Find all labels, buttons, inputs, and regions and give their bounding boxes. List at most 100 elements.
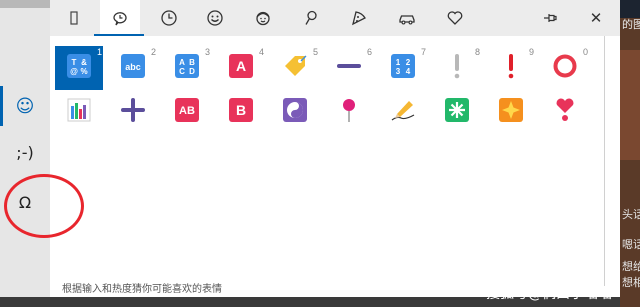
chart-emoji[interactable] xyxy=(55,90,103,134)
svg-text:abc: abc xyxy=(125,62,141,72)
label-tag-emoji[interactable]: 5 xyxy=(271,46,319,90)
red-circle-emoji-glyph xyxy=(551,52,579,80)
svg-text:@: @ xyxy=(70,67,78,76)
abcd-emoji-glyph: ABCD xyxy=(173,52,201,80)
1234-emoji[interactable]: 12347 xyxy=(379,46,427,90)
pin-icon xyxy=(544,14,557,22)
svg-text:B: B xyxy=(236,102,246,118)
abcd-emoji[interactable]: ABCD3 xyxy=(163,46,211,90)
svg-text:2: 2 xyxy=(406,58,411,67)
close-button[interactable]: ✕ xyxy=(576,0,616,36)
white-exclamation-emoji[interactable]: 8 xyxy=(433,46,481,90)
heart-exclamation-emoji[interactable] xyxy=(541,90,589,134)
svg-text:4: 4 xyxy=(406,67,411,76)
shortcut-number: 7 xyxy=(420,47,426,57)
tab-history[interactable] xyxy=(149,0,189,36)
a-button-emoji-glyph: A xyxy=(227,52,255,80)
shortcut-number: 8 xyxy=(474,47,480,57)
plus-emoji-glyph xyxy=(119,96,147,124)
shortcut-number: 1 xyxy=(96,47,102,57)
yin-yang-emoji-glyph xyxy=(281,96,309,124)
shortcut-number: 9 xyxy=(528,47,534,57)
background-text: 想给 xyxy=(622,260,640,273)
shortcut-number: 3 xyxy=(204,47,210,57)
input-symbols-emoji-glyph: T & @% xyxy=(65,52,93,80)
eight-spoked-asterisk-emoji-glyph xyxy=(443,96,471,124)
location-pin-icon xyxy=(305,10,317,25)
tab-keyboard[interactable] xyxy=(54,0,94,36)
round-pushpin-emoji[interactable] xyxy=(325,90,373,134)
watermark-text: 搜狐号@偶西小喵喵 xyxy=(486,286,612,302)
round-pushpin-emoji-glyph xyxy=(335,96,363,124)
eight-pointed-star-emoji[interactable] xyxy=(487,90,535,134)
b-button-emoji-glyph: B xyxy=(227,96,255,124)
shortcut-number: 6 xyxy=(366,47,372,57)
smiley-icon xyxy=(207,10,223,26)
shortcut-number: 5 xyxy=(312,47,318,57)
sidebar-item-kaomoji[interactable]: ;-) xyxy=(0,132,50,172)
svg-text:D: D xyxy=(189,67,195,76)
abc-emoji[interactable]: abc 2 xyxy=(109,46,157,90)
pin-window-button[interactable] xyxy=(530,0,570,36)
chart-emoji-glyph xyxy=(65,96,93,124)
pencil-writing-emoji-glyph xyxy=(389,96,417,124)
red-exclamation-emoji[interactable]: 9 xyxy=(487,46,535,90)
tab-recent[interactable] xyxy=(100,0,140,36)
svg-text:1: 1 xyxy=(396,58,401,67)
scrollbar-track[interactable] xyxy=(604,36,605,286)
background-text: 头话 xyxy=(622,208,640,221)
pencil-writing-emoji[interactable] xyxy=(379,90,427,134)
svg-text:C: C xyxy=(179,67,185,76)
emoji-panel: ☺ ;-) Ω ✕ T & @ % 1 abc 2 A B C D 3 A 4 … xyxy=(0,0,620,297)
shortcut-number: 2 xyxy=(150,47,156,57)
keyboard-icon xyxy=(70,11,78,25)
sidebar-item-emoji[interactable]: ☺ xyxy=(0,86,50,126)
ab-button-emoji[interactable]: AB xyxy=(163,90,211,134)
background-wallpaper: 的图 头话 嗯话 想给 想相 xyxy=(620,0,640,307)
eight-spoked-asterisk-emoji[interactable] xyxy=(433,90,481,134)
pizza-icon xyxy=(352,11,366,26)
category-sidebar: ☺ ;-) Ω xyxy=(0,0,50,297)
sidebar-top-strip xyxy=(0,0,50,8)
svg-text:A: A xyxy=(236,58,246,74)
svg-text:AB: AB xyxy=(179,105,195,117)
tab-people[interactable] xyxy=(243,0,283,36)
tab-smileys[interactable] xyxy=(195,0,235,36)
svg-text:T: T xyxy=(72,58,77,67)
suggestion-hint: 根据输入和热度猜你可能喜欢的表情 xyxy=(62,284,222,295)
background-text: 想相 xyxy=(622,276,640,289)
active-tab-underline xyxy=(94,34,144,36)
minus-emoji-glyph xyxy=(335,52,363,80)
annotation-red-circle xyxy=(4,174,84,238)
emoji-category-tabs: ✕ xyxy=(50,0,620,36)
shortcut-number: 0 xyxy=(582,47,588,57)
heart-exclamation-emoji-glyph xyxy=(551,96,579,124)
background-image xyxy=(620,50,640,160)
svg-text:B: B xyxy=(189,58,195,67)
b-button-emoji[interactable]: B xyxy=(217,90,265,134)
tab-transport[interactable] xyxy=(387,0,427,36)
red-circle-emoji[interactable]: 0 xyxy=(541,46,589,90)
input-symbols-emoji[interactable]: T & @% 1 xyxy=(55,46,103,90)
recent-icon xyxy=(113,12,127,26)
label-tag-emoji-glyph xyxy=(281,52,309,80)
ab-button-emoji-glyph: AB xyxy=(173,96,201,124)
svg-text:&: & xyxy=(81,58,87,67)
a-button-emoji[interactable]: A4 xyxy=(217,46,265,90)
yin-yang-emoji[interactable] xyxy=(271,90,319,134)
minus-emoji[interactable]: 6 xyxy=(325,46,373,90)
shortcut-number: 4 xyxy=(258,47,264,57)
white-exclamation-emoji-glyph xyxy=(443,52,471,80)
tab-love[interactable] xyxy=(435,0,475,36)
plus-emoji[interactable] xyxy=(109,90,157,134)
tab-food[interactable] xyxy=(339,0,379,36)
abc-emoji-glyph: abc xyxy=(119,52,147,80)
svg-text:%: % xyxy=(80,67,87,76)
svg-text:3: 3 xyxy=(396,67,401,76)
eight-pointed-star-emoji-glyph xyxy=(497,96,525,124)
person-icon xyxy=(256,11,270,26)
red-exclamation-emoji-glyph xyxy=(497,52,525,80)
heart-icon xyxy=(447,11,463,25)
1234-emoji-glyph: 1234 xyxy=(389,52,417,80)
tab-places[interactable] xyxy=(291,0,331,36)
